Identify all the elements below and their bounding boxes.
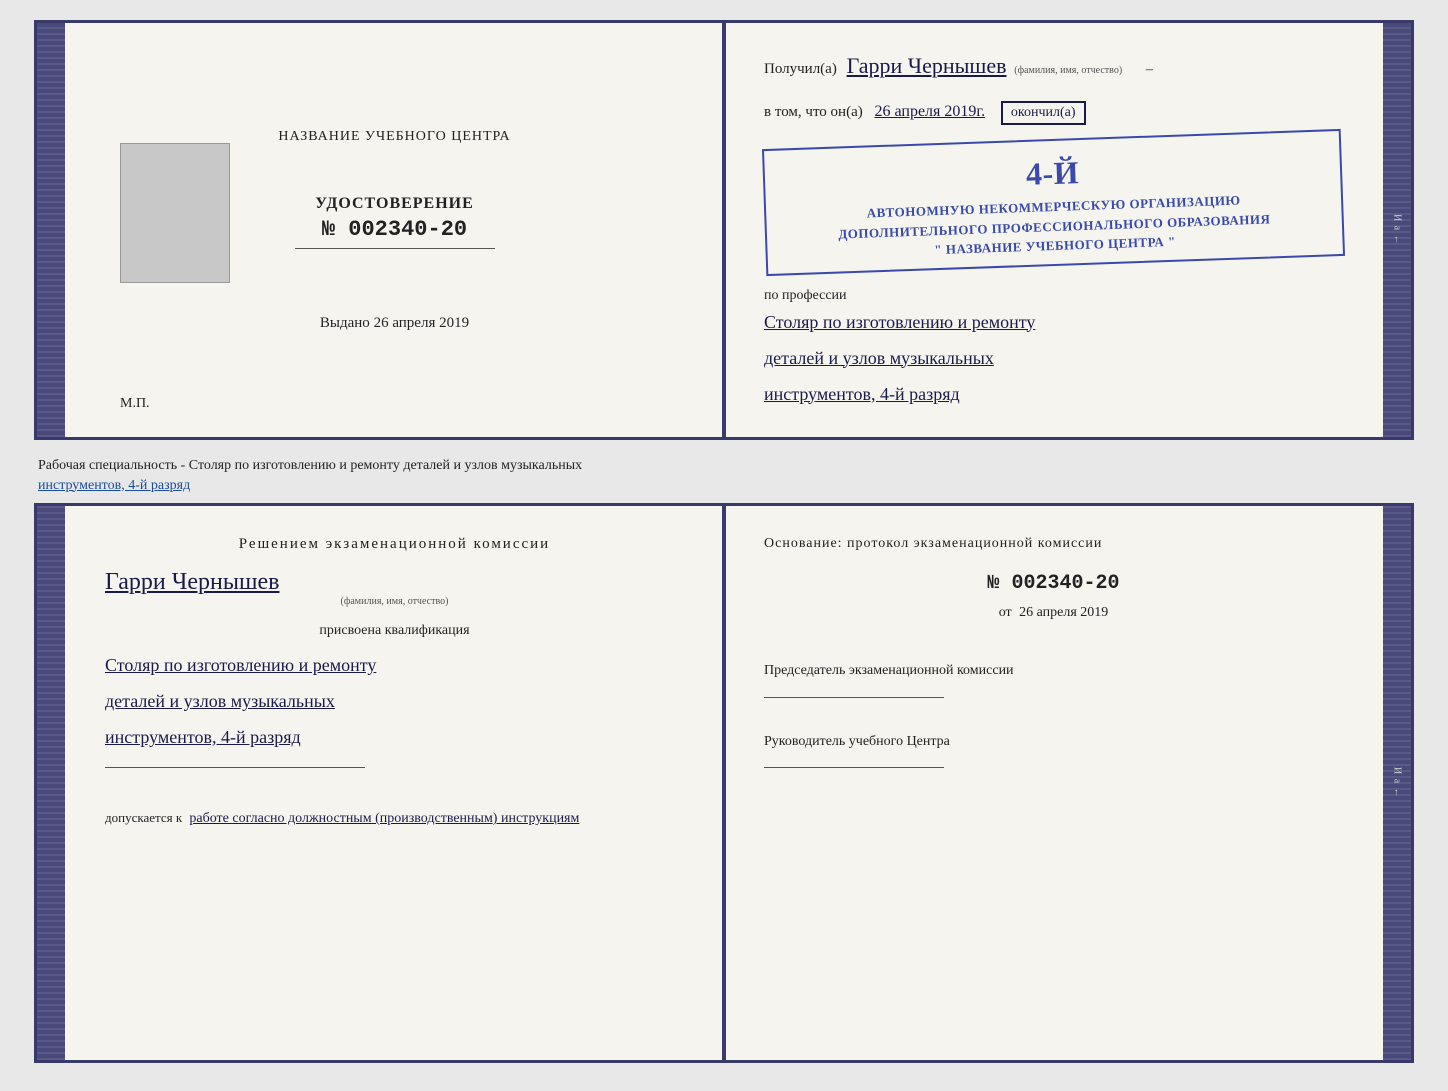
osnovanie-title: Основание: протокол экзаменационной коми… [764,536,1343,552]
rukovoditel-line [764,767,944,768]
po-professii: по профессии [764,288,1343,304]
bottom-profession-line3: инструментов, 4-й разряд [105,719,684,755]
diploma-bottom: Решением экзаменационной комиссии Гарри … [34,503,1414,1063]
diploma-left-page: НАЗВАНИЕ УЧЕБНОГО ЦЕНТРА УДОСТОВЕРЕНИЕ №… [65,23,724,437]
bottom-right-page: Основание: протокол экзаменационной коми… [724,506,1383,1060]
udostoverenie-num: № 002340-20 [315,217,474,242]
bottom-left-page: Решением экзаменационной комиссии Гарри … [65,506,724,1060]
separator-section: Рабочая специальность - Столяр по изгото… [34,448,1414,503]
vtom-date: 26 апреля 2019г. [874,103,985,120]
photo-placeholder [120,143,230,283]
fio-label-top: (фамилия, имя, отчество) [1014,65,1122,76]
bottom-profession-line2: деталей и узлов музыкальных [105,683,684,719]
profession-line3: инструментов, 4-й разряд [764,376,1343,412]
predsedatel-line [764,697,944,698]
recipient-name-top: Гарри Чернышев [847,53,1007,79]
stamp-line3: " НАЗВАНИЕ УЧЕБНОГО ЦЕНТРА " [934,234,1176,257]
edge-stripe-bottom-left [37,506,65,1060]
rukovoditel-title: Руководитель учебного Центра [764,732,1343,752]
ot-line: от 26 апреля 2019 [764,605,1343,621]
edge-stripe-bottom-right: И а ← [1383,506,1411,1060]
rukovoditel-block: Руководитель учебного Центра [764,732,1343,773]
dopusk-text: работе согласно должностным (производств… [189,811,579,826]
separator-text2: инструментов, 4-й разряд [38,478,190,493]
divider-bottom-left [105,767,365,768]
ot-prefix: от [999,605,1012,620]
profession-bottom: Столяр по изготовлению и ремонту деталей… [105,647,684,755]
vydano-date: 26 апреля 2019 [374,315,470,331]
bottom-profession-line1: Столяр по изготовлению и ремонту [105,647,684,683]
edge-stripe-right: И а ← [1383,23,1411,437]
vydano-line: Выдано 26 апреля 2019 [320,315,469,332]
protocol-num: № 002340-20 [764,572,1343,595]
divider [295,248,495,249]
stamp-grade: 4-й [776,139,1328,206]
predsedatel-title: Председатель экзаменационной комиссии [764,661,1343,681]
vtom-prefix: в том, что он(а) [764,104,863,120]
mp-label: М.П. [120,396,150,412]
ot-date: 26 апреля 2019 [1019,605,1108,620]
profession-line2: деталей и узлов музыкальных [764,340,1343,376]
center-title: НАЗВАНИЕ УЧЕБНОГО ЦЕНТРА [278,129,510,145]
vtom-line: в том, что он(а) 26 апреля 2019г. окончи… [764,101,1343,125]
name-block-bottom: Гарри Чернышев (фамилия, имя, отчество) [105,569,684,607]
profession-top: Столяр по изготовлению и ремонту деталей… [764,304,1343,412]
dash1: – [1146,62,1153,77]
poluchil-prefix: Получил(а) [764,61,837,77]
fio-label-bottom: (фамилия, имя, отчество) [105,596,684,607]
profession-line1: Столяр по изготовлению и ремонту [764,304,1343,340]
edge-stripe-left [37,23,65,437]
stamp-block: 4-й АВТОНОМНУЮ НЕКОММЕРЧЕСКУЮ ОРГАНИЗАЦИ… [762,129,1345,276]
predsedatel-block: Председатель экзаменационной комиссии [764,661,1343,702]
udostoverenie-block: УДОСТОВЕРЕНИЕ № 002340-20 [315,195,474,242]
udostoverenie-title: УДОСТОВЕРЕНИЕ [315,195,474,213]
diploma-right-page: Получил(а) Гарри Чернышев (фамилия, имя,… [724,23,1383,437]
separator-text1: Рабочая специальность - Столяр по изгото… [38,458,582,473]
diploma-top: НАЗВАНИЕ УЧЕБНОГО ЦЕНТРА УДОСТОВЕРЕНИЕ №… [34,20,1414,440]
prisvoena-line: присвоена квалификация [105,623,684,639]
dopuskaetsya-line: допускается к работе согласно должностны… [105,810,684,827]
dopuskaetsya-label: допускается к [105,810,182,825]
recipient-name-bottom: Гарри Чернышев [105,569,279,596]
vydano-label: Выдано [320,315,370,331]
poluchil-line: Получил(а) Гарри Чернышев (фамилия, имя,… [764,53,1343,79]
okonchil-box: окончил(а) [1001,101,1086,125]
resheniem-title: Решением экзаменационной комиссии [105,536,684,553]
